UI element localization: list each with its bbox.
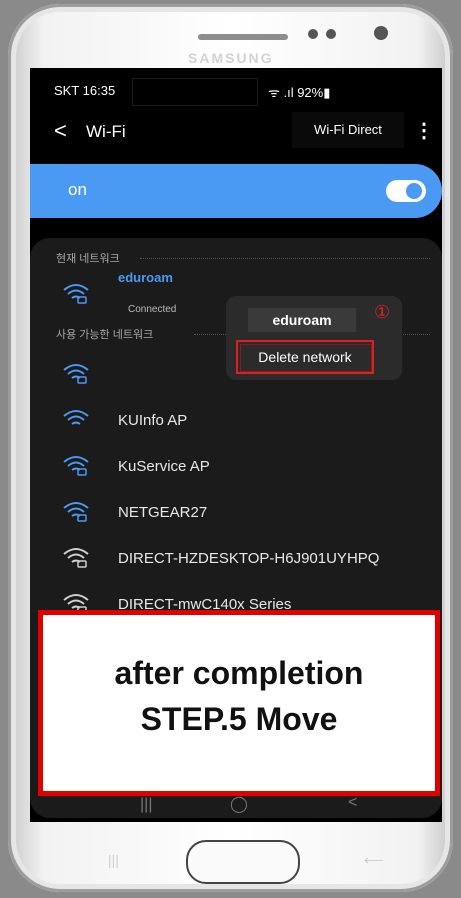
step-marker: ① [374, 302, 391, 322]
divider [140, 258, 430, 259]
wifi-master-switch[interactable]: on [30, 164, 442, 218]
wifi-secured-icon [63, 456, 89, 476]
brand-logo: SAMSUNG [188, 50, 274, 66]
status-indicators: ᯤ .ıl 92%▮ [268, 85, 331, 100]
wifi-toggle[interactable] [386, 180, 426, 202]
network-row[interactable]: DIRECT-HZDESKTOP-H6J901UYHPQ [30, 538, 442, 578]
network-row[interactable]: KuService AP [30, 446, 442, 486]
page-title: Wi-Fi [86, 122, 126, 141]
network-name: DIRECT-HZDESKTOP-H6J901UYHPQ [118, 550, 380, 567]
wifi-secured-icon [63, 502, 89, 522]
recent-apps-icon[interactable]: ||| [140, 796, 152, 814]
network-name: KuService AP [118, 458, 210, 475]
app-header: < Wi-Fi Wi-Fi Direct ⋮ [30, 108, 442, 154]
home-icon[interactable]: ◯ [230, 794, 248, 814]
sensor-icon [308, 29, 318, 39]
back-hw-icon[interactable]: ⟵ [364, 852, 392, 868]
current-network-status: Connected [128, 304, 177, 315]
network-row[interactable]: KUInfo AP [30, 400, 442, 440]
wifi-switch-label: on [68, 180, 87, 199]
current-network-name[interactable]: eduroam [118, 270, 173, 285]
network-name: KUInfo AP [118, 412, 188, 429]
wifi-secured-icon [63, 284, 89, 304]
front-camera-icon [374, 26, 388, 40]
status-bar: SKT 16:35 ᯤ .ıl 92%▮ [30, 68, 442, 106]
current-network-heading: 현재 네트워크 [56, 253, 120, 265]
wifi-direct-button[interactable]: Wi-Fi Direct [292, 112, 404, 148]
network-row[interactable]: NETGEAR27 [30, 492, 442, 532]
instruction-line-2: STEP.5 Move [140, 701, 338, 737]
sensor-icon-2 [326, 29, 336, 39]
wifi-icon [63, 410, 89, 425]
more-options-icon[interactable]: ⋮ [414, 118, 434, 143]
highlight-frame [240, 344, 372, 372]
wifi-secured-icon [63, 548, 89, 568]
instruction-line-1: after completion [114, 655, 364, 691]
back-icon[interactable]: < [54, 118, 67, 144]
carrier-time: SKT 16:35 [54, 83, 116, 98]
redaction-block [132, 78, 258, 106]
toggle-knob [406, 183, 422, 199]
recent-apps-hw-icon[interactable]: ||| [108, 852, 136, 868]
instruction-overlay: after completion STEP.5 Move [38, 610, 440, 796]
earpiece-speaker [198, 34, 288, 40]
back-nav-icon[interactable]: < [348, 794, 357, 812]
soft-nav-bar: ||| ◯ < [30, 792, 442, 822]
delete-network-button[interactable]: Delete network [236, 340, 374, 374]
home-hardware-button[interactable] [186, 840, 300, 884]
network-name: NETGEAR27 [118, 504, 208, 521]
context-menu-title: eduroam [248, 308, 356, 332]
wifi-secured-icon [63, 364, 89, 384]
available-networks-heading: 사용 가능한 네트워크 [56, 329, 154, 341]
